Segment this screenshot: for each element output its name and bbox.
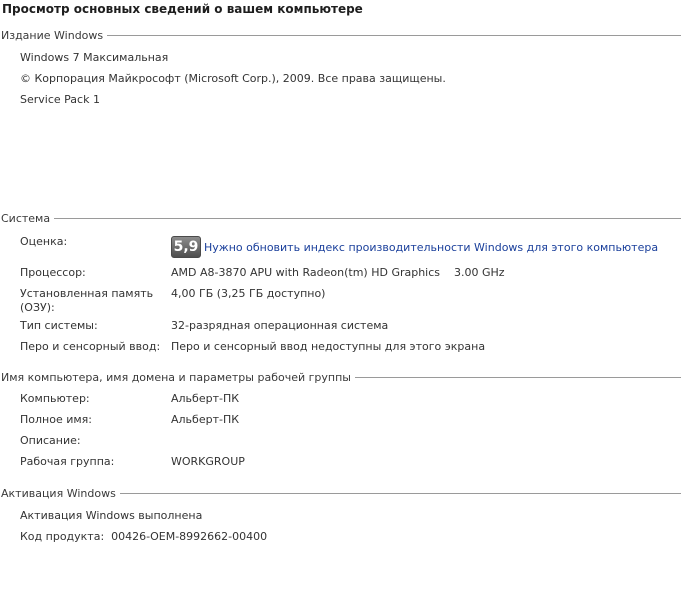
section-divider xyxy=(54,217,681,219)
section-divider xyxy=(119,492,681,494)
computer-name-label: Компьютер: xyxy=(20,392,90,405)
rating-label: Оценка: xyxy=(20,235,68,248)
memory-value: 4,00 ГБ (3,25 ГБ доступно) xyxy=(171,287,326,300)
edition-copyright: © Корпорация Майкрософт (Microsoft Corp.… xyxy=(20,72,446,85)
pen-touch-value: Перо и сенсорный ввод недоступны для это… xyxy=(171,340,486,353)
section-header-activation: Активация Windows xyxy=(0,486,681,500)
section-header-system: Система xyxy=(0,211,681,225)
performance-index-link[interactable]: Нужно обновить индекс производительности… xyxy=(204,241,658,254)
section-header-computer: Имя компьютера, имя домена и параметры р… xyxy=(0,370,681,384)
section-divider xyxy=(354,376,681,378)
system-type-label: Тип системы: xyxy=(20,319,98,332)
product-key: Код продукта: 00426-OEM-8992662-00400 xyxy=(20,530,268,543)
memory-label: Установленная память (ОЗУ): xyxy=(20,287,154,314)
full-name-label: Полное имя: xyxy=(20,413,92,426)
workgroup-label: Рабочая группа: xyxy=(20,455,115,468)
section-header-label: Активация Windows xyxy=(1,486,116,500)
computer-name-value: Альберт-ПК xyxy=(171,392,240,405)
processor-label: Процессор: xyxy=(20,266,86,279)
description-label: Описание: xyxy=(20,434,81,447)
section-divider xyxy=(107,34,681,36)
rating-row: 5,9 Нужно обновить индекс производительн… xyxy=(171,236,658,258)
section-header-label: Имя компьютера, имя домена и параметры р… xyxy=(1,370,351,384)
edition-service-pack: Service Pack 1 xyxy=(20,93,100,106)
pen-touch-label: Перо и сенсорный ввод: xyxy=(20,340,161,353)
system-type-value: 32-разрядная операционная система xyxy=(171,319,389,332)
edition-name: Windows 7 Максимальная xyxy=(20,51,169,64)
section-header-label: Система xyxy=(1,211,51,225)
workgroup-value: WORKGROUP xyxy=(171,455,245,468)
performance-index-badge[interactable]: 5,9 xyxy=(171,236,201,258)
activation-status: Активация Windows выполнена xyxy=(20,509,203,522)
section-header-edition: Издание Windows xyxy=(0,28,681,42)
full-name-value: Альберт-ПК xyxy=(171,413,240,426)
section-header-label: Издание Windows xyxy=(1,28,104,42)
processor-value: AMD A8-3870 APU with Radeon(tm) HD Graph… xyxy=(171,266,505,279)
page-title: Просмотр основных сведений о вашем компь… xyxy=(2,2,363,16)
